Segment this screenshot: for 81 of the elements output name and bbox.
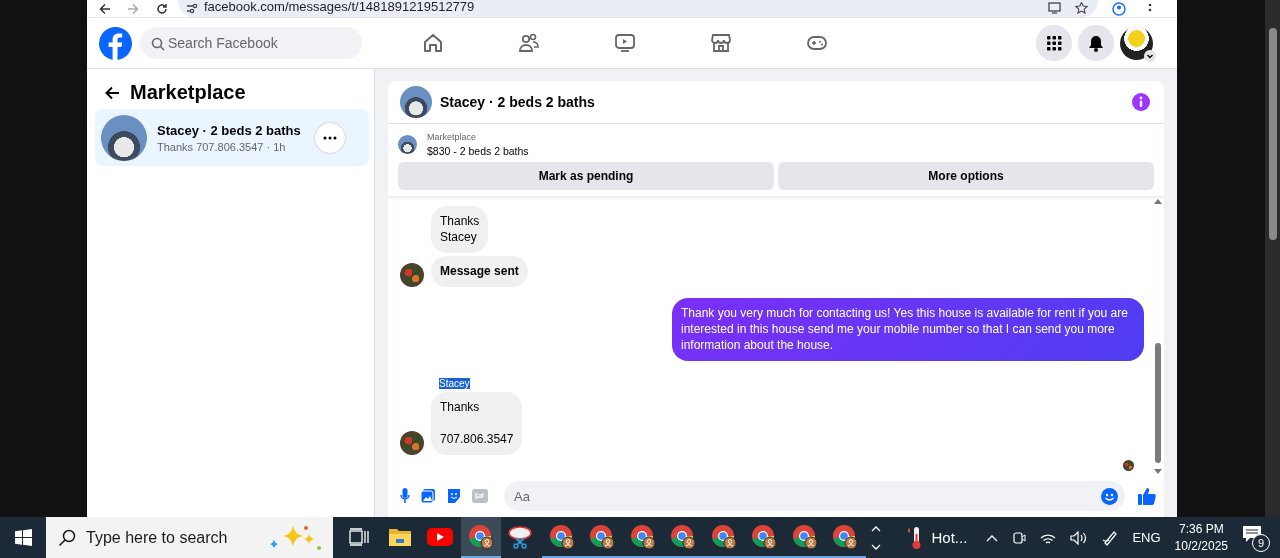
message-bubble: Thanks Stacey [431, 206, 489, 253]
conversation-avatar [400, 86, 432, 118]
profile-avatar [1120, 26, 1153, 60]
clock-time: 7:36 PM [1178, 522, 1224, 536]
grid-menu-icon [1046, 35, 1062, 51]
info-icon[interactable] [1132, 93, 1150, 111]
volume-icon[interactable] [1070, 530, 1089, 545]
address-bar[interactable]: facebook.com/messages/t/1481891219512779 [178, 0, 1098, 17]
clock[interactable]: 7:36 PM 10/2/2025 [1174, 522, 1228, 553]
marketplace-icon[interactable] [710, 32, 732, 54]
chrome-icon [670, 523, 697, 550]
caret-icon [1144, 49, 1156, 62]
chrome-icon [710, 523, 737, 550]
sender-name: Stacey [439, 378, 470, 389]
video-icon[interactable] [614, 32, 636, 54]
facebook-logo[interactable] [99, 26, 132, 60]
like-icon[interactable] [1138, 487, 1156, 505]
conversation-title: Stacey · 2 beds 2 baths [157, 122, 301, 138]
account-button[interactable] [1120, 26, 1153, 60]
site-settings-icon[interactable] [186, 3, 198, 14]
scrollbar-thumb[interactable] [1268, 28, 1277, 240]
search-placeholder: Type here to search [86, 528, 228, 547]
message-bubble: Message sent [431, 256, 528, 287]
chrome-icon [791, 523, 818, 550]
reload-icon[interactable] [156, 2, 168, 15]
chrome-icon [751, 523, 778, 550]
language-indicator[interactable]: ENG [1132, 530, 1161, 545]
search-icon [151, 37, 165, 51]
thermometer-icon [905, 525, 922, 550]
message-input[interactable]: Aa [504, 481, 1125, 511]
microphone-icon[interactable] [400, 488, 410, 504]
more-options-button[interactable]: More options [778, 162, 1154, 190]
read-receipt-avatar [1123, 460, 1134, 471]
youtube-icon [427, 527, 454, 546]
notifications-button[interactable]: 9 [1242, 524, 1270, 551]
message-bubble: Thank you very much for contacting us! Yes this house is available for rent if you are interested in this house send me your mobile number so that I can send you more information about the house. [672, 298, 1144, 361]
taskbar-search-field[interactable]: Type here to search [46, 517, 333, 558]
chrome-icon [467, 523, 494, 550]
more-icon [323, 135, 337, 140]
weather-text[interactable]: Hot... [931, 529, 968, 546]
notification-count: 9 [1252, 533, 1270, 552]
search-icon [58, 528, 76, 547]
folder-icon [387, 526, 412, 547]
menu-button[interactable] [1036, 25, 1072, 61]
sidebar-title: Marketplace [130, 81, 246, 104]
taskbar-app[interactable] [460, 517, 501, 558]
bell-icon [1088, 34, 1104, 52]
message-bubble: Thanks 707.806.3547 [431, 392, 523, 455]
photo-icon[interactable] [420, 488, 436, 504]
chrome-icon [548, 523, 575, 550]
home-icon[interactable] [422, 32, 444, 54]
chrome-icon [832, 523, 859, 550]
back-arrow-icon[interactable] [105, 85, 120, 100]
sticker-icon[interactable] [446, 488, 462, 504]
chrome-icon [589, 523, 616, 550]
chevron-up-icon[interactable] [986, 533, 999, 542]
url-text: facebook.com/messages/t/1481891219512779 [204, 0, 475, 14]
conversation-item[interactable]: Stacey · 2 beds 2 baths Thanks 707.806.3547 · 1h [95, 109, 369, 166]
clock-date: 10/2/2025 [1174, 539, 1228, 553]
chat-title: Stacey · 2 beds 2 baths [440, 94, 595, 110]
windows-start-icon[interactable] [14, 529, 32, 546]
listing-thumbnail [398, 135, 417, 154]
install-app-icon[interactable] [1048, 2, 1061, 14]
chrome-icon [629, 523, 656, 550]
search-field[interactable]: Search Facebook [140, 27, 362, 59]
mark-pending-button[interactable]: Mark as pending [398, 162, 774, 190]
snipping-tool-icon [508, 524, 535, 549]
task-view-icon [349, 527, 370, 546]
listing-thumbnail [101, 114, 147, 161]
scrollbar-thumb[interactable] [1155, 343, 1161, 463]
listing-label: Marketplace [427, 132, 478, 142]
friends-icon[interactable] [518, 32, 540, 54]
profile-icon[interactable] [1112, 1, 1126, 16]
conversation-preview: Thanks 707.806.3547 · 1h [157, 140, 287, 153]
scroll-up-icon[interactable] [1154, 199, 1162, 204]
bookmark-star-icon[interactable] [1075, 2, 1088, 14]
notifications-button[interactable] [1078, 25, 1114, 61]
scroll-down-icon[interactable] [1154, 469, 1162, 474]
pen-icon[interactable] [1102, 529, 1119, 546]
listing-title[interactable]: $830 - 2 beds 2 baths [427, 145, 529, 157]
back-arrow-icon[interactable] [99, 2, 111, 15]
